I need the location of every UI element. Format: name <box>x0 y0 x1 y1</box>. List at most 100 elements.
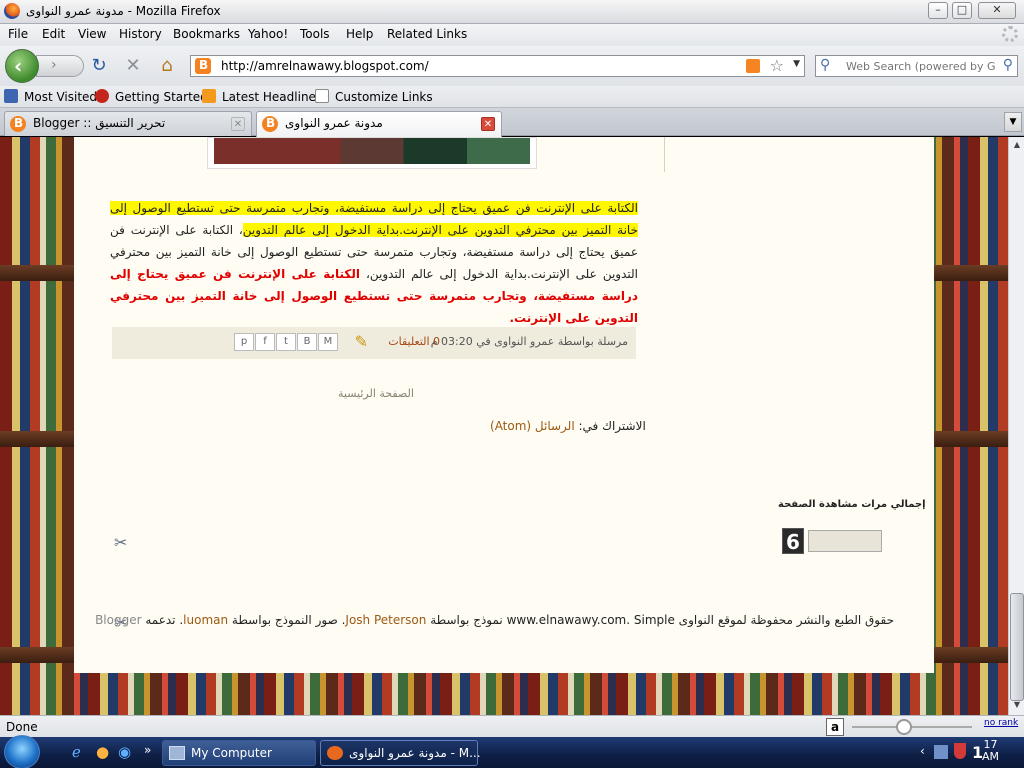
bookmark-getting-started[interactable]: Getting Started <box>95 89 208 104</box>
security-shield-icon[interactable] <box>954 743 966 759</box>
blogger-tab-icon <box>10 116 26 132</box>
blogger-favicon-icon <box>195 58 211 74</box>
pageview-counter: 6 <box>782 528 886 554</box>
tab-close-icon[interactable]: ✕ <box>231 117 245 131</box>
blog-share-button[interactable]: B <box>297 333 317 351</box>
minimize-button[interactable]: – <box>928 2 948 19</box>
menu-tools[interactable]: Tools <box>300 27 330 41</box>
tab-bar: Blogger :: تحرير التنسيق ✕ مدونة عمرو ال… <box>0 108 1024 137</box>
stop-icon[interactable]: ✕ <box>122 56 144 76</box>
menu-history[interactable]: History <box>119 27 162 41</box>
activity-throbber-icon <box>1002 26 1018 42</box>
search-engine-icon[interactable]: ⚲ <box>820 57 830 73</box>
copyright-footer: حقوق الطبع والنشر محفوظة لموقع النواوى w… <box>95 613 894 627</box>
home-page-link[interactable]: الصفحة الرئيسية <box>338 387 414 400</box>
browser-quicklaunch-icon[interactable]: ◉ <box>118 743 131 761</box>
scrollbar-thumb[interactable] <box>1010 593 1024 701</box>
title-bar: مدونة عمرو النواوى - Mozilla Firefox – □… <box>0 0 1024 24</box>
menu-view[interactable]: View <box>78 27 106 41</box>
menu-yahoo[interactable]: Yahoo! <box>248 27 288 41</box>
vertical-scrollbar[interactable]: ▲ ▼ <box>1008 137 1024 715</box>
taskbar-firefox[interactable]: مدونة عمرو النواوى - M... <box>320 740 481 766</box>
menu-edit[interactable]: Edit <box>42 27 65 41</box>
facebook-share-button[interactable]: f <box>255 333 275 351</box>
tab-blogger-layout[interactable]: Blogger :: تحرير التنسيق ✕ <box>4 111 252 136</box>
rank-link[interactable]: no rank <box>984 718 1018 728</box>
post-body: الكتابة على الإنترنت فن عميق يحتاج إلى د… <box>110 197 639 329</box>
tab-close-icon[interactable]: ✕ <box>481 117 495 131</box>
comments-link[interactable]: 0 التعليقات <box>388 335 440 348</box>
back-button[interactable]: ‹ <box>5 49 39 83</box>
maximize-button[interactable]: □ <box>952 2 972 19</box>
tab-list-dropdown[interactable]: ▼ <box>1004 112 1022 132</box>
template-author-link[interactable]: Josh Peterson <box>345 613 426 627</box>
menu-help[interactable]: Help <box>346 27 373 41</box>
menu-file[interactable]: File <box>8 27 28 41</box>
close-button[interactable]: ✕ <box>978 2 1016 19</box>
atom-feed-link[interactable]: الرسائل (Atom) <box>490 419 575 433</box>
counter-digit: 6 <box>782 528 804 554</box>
bookmark-star-icon[interactable]: ☆ <box>770 56 784 75</box>
computer-icon <box>169 746 185 760</box>
rank-slider-track <box>852 726 972 728</box>
blogger-link[interactable]: Blogger <box>95 613 141 627</box>
pageview-counter-title: إجمالي مرات مشاهدة الصفحة <box>778 499 926 510</box>
url-bar[interactable]: http://amrelnawawy.blogspot.com/ ☆ ▼ <box>190 55 805 77</box>
blog-page: الكتابة على الإنترنت فن عميق يحتاج إلى د… <box>74 137 934 673</box>
network-icon[interactable] <box>934 745 948 759</box>
menu-related-links[interactable]: Related Links <box>387 27 467 41</box>
back-arrow-icon: ‹ <box>14 54 23 78</box>
firefox-bookmark-icon <box>95 89 109 103</box>
alexa-icon[interactable]: a <box>826 718 844 736</box>
url-dropdown-icon[interactable]: ▼ <box>793 59 800 69</box>
rss-feed-icon[interactable] <box>746 59 760 73</box>
reload-icon[interactable]: ↻ <box>88 56 110 76</box>
firefox-logo-icon <box>4 3 20 19</box>
firefox-icon <box>327 746 343 760</box>
menu-bookmarks[interactable]: Bookmarks <box>173 27 240 41</box>
quicklaunch-more-icon[interactable]: » <box>144 743 151 757</box>
bookmark-customize-links[interactable]: Customize Links <box>315 89 433 104</box>
post-image <box>207 137 537 169</box>
rank-slider-knob <box>896 719 912 735</box>
edit-gadget-icon[interactable]: ✂ <box>114 533 127 552</box>
firefox-quicklaunch-icon[interactable]: ● <box>96 743 109 761</box>
page-bookmark-icon <box>315 89 329 103</box>
tab-label: Blogger :: تحرير التنسيق <box>33 116 166 130</box>
clock[interactable]: 17 AM <box>982 739 999 763</box>
sidebar-divider <box>664 137 665 172</box>
system-tray: ‹ 1 17 AM <box>916 737 1024 768</box>
scroll-down-icon[interactable]: ▼ <box>1010 697 1024 713</box>
scroll-up-icon[interactable]: ▲ <box>1010 137 1024 153</box>
email-share-button[interactable]: M <box>318 333 338 351</box>
search-bar[interactable]: ⚲ ⚲ <box>815 55 1018 77</box>
bookmark-latest-headlines[interactable]: Latest Headlines <box>202 89 322 104</box>
twitter-share-button[interactable]: t <box>276 333 296 351</box>
bookmark-most-visited[interactable]: Most Visited <box>4 89 97 104</box>
taskbar-my-computer[interactable]: My Computer <box>162 740 316 766</box>
search-input[interactable] <box>846 58 996 74</box>
window-title: مدونة عمرو النواوى - Mozilla Firefox <box>26 4 221 18</box>
tray-expand-icon[interactable]: ‹ <box>920 744 925 758</box>
forward-button[interactable]: › <box>36 55 84 77</box>
status-text: Done <box>6 720 38 734</box>
ie-quicklaunch-icon[interactable]: ℯ <box>72 743 81 761</box>
page-content: الكتابة على الإنترنت فن عميق يحتاج إلى د… <box>0 137 1008 715</box>
subscribe-label: الاشتراك في: <box>574 419 646 433</box>
start-button[interactable] <box>4 735 40 768</box>
buzz-share-button[interactable]: p <box>234 333 254 351</box>
image-author-link[interactable]: luoman <box>183 613 228 627</box>
url-text[interactable]: http://amrelnawawy.blogspot.com/ <box>221 59 429 73</box>
edit-pencil-icon[interactable]: ✎ <box>355 332 368 351</box>
tab-blog[interactable]: مدونة عمرو النواوى ✕ <box>256 111 502 137</box>
rss-bookmark-icon <box>202 89 216 103</box>
share-buttons: MBtfp <box>234 333 339 353</box>
bookmarks-toolbar: Most Visited Getting Started Latest Head… <box>0 86 1024 108</box>
post-meta: مرسلة بواسطة عمرو النواوى في 03:20 م <box>430 335 628 348</box>
home-icon[interactable]: ⌂ <box>156 56 178 76</box>
counter-graph <box>808 530 882 552</box>
search-go-icon[interactable]: ⚲ <box>1003 57 1013 73</box>
bookmark-folder-icon <box>4 89 18 103</box>
windows-taskbar: ℯ ● ◉ » My Computer مدونة عمرو النواوى -… <box>0 735 1024 768</box>
tab-label: مدونة عمرو النواوى <box>285 116 383 130</box>
